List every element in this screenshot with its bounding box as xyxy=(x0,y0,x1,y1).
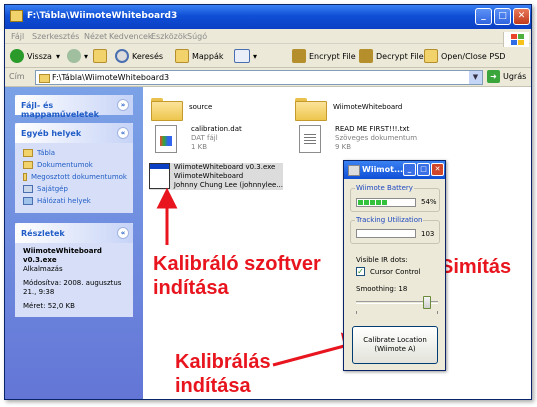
tracking-label: Tracking Utilization xyxy=(355,216,424,224)
title-bar[interactable]: F:\Tábla\WiimoteWhiteboard3 _ □ ✕ xyxy=(5,5,531,29)
link-shared-documents[interactable]: Megosztott dokumentumok xyxy=(23,171,127,183)
unlock-icon xyxy=(359,49,373,63)
folders-button[interactable]: Mappák xyxy=(175,47,224,65)
slider-ticks xyxy=(356,311,438,314)
details-pane: Részletek « WiimoteWhiteboard v0.3.exe A… xyxy=(15,223,133,317)
tracking-value: 103 xyxy=(421,230,435,238)
search-button[interactable]: Keresés xyxy=(115,47,163,65)
battery-segment xyxy=(364,200,369,205)
network-icon xyxy=(23,197,33,205)
slider-thumb[interactable] xyxy=(423,296,431,309)
battery-progress-bar xyxy=(356,198,416,207)
folders-icon xyxy=(175,49,189,63)
window-title: F:\Tábla\WiimoteWhiteboard3 xyxy=(27,11,178,21)
task-pane: Fájl- és mappaműveletek » Egyéb helyek «… xyxy=(5,87,143,399)
annotation-software-line1: Kalibráló szoftver xyxy=(153,253,321,275)
link-network-places[interactable]: Hálózati helyek xyxy=(23,195,127,207)
menu-help[interactable]: Súgó xyxy=(187,32,207,41)
ir-dots-label: Visible IR dots: xyxy=(356,256,408,264)
forward-arrow-icon xyxy=(67,49,81,63)
battery-segment xyxy=(376,200,381,205)
link-my-computer[interactable]: Sajátgép xyxy=(23,183,127,195)
psd-button[interactable]: Open/Close PSD xyxy=(424,47,505,65)
menu-file[interactable]: Fájl xyxy=(11,32,24,41)
other-places-pane: Egyéb helyek « Tábla Dokumentumok Megosz… xyxy=(15,123,133,213)
expand-icon[interactable]: » xyxy=(117,99,129,111)
battery-segment xyxy=(358,200,363,205)
go-button[interactable]: ➜ Ugrás xyxy=(487,70,526,83)
encrypt-button[interactable]: Encrypt File xyxy=(292,47,356,65)
chevron-down-icon[interactable]: ▼ xyxy=(469,71,482,84)
toolbar: Vissza ▾ ▾ Keresés Mappák ▾ Encrypt File … xyxy=(5,44,531,68)
link-tabla[interactable]: Tábla xyxy=(23,147,127,159)
minimize-button[interactable]: _ xyxy=(403,163,416,176)
details-size: Méret: 52,0 KB xyxy=(23,302,75,310)
folder-icon xyxy=(23,149,33,157)
menu-favorites[interactable]: Kedvencek xyxy=(109,32,153,41)
back-arrow-icon xyxy=(10,49,24,63)
decrypt-button[interactable]: Decrypt File xyxy=(359,47,424,65)
annotation-software-line2: indítása xyxy=(153,277,229,299)
file-tasks-pane: Fájl- és mappaműveletek » xyxy=(15,95,133,119)
go-arrow-icon: ➜ xyxy=(487,70,500,83)
search-icon xyxy=(115,49,129,63)
battery-group: Wiimote Battery 54% xyxy=(350,184,440,212)
up-folder-icon xyxy=(93,49,107,63)
folder-icon xyxy=(23,161,33,169)
folder-icon xyxy=(23,173,27,181)
wiimote-whiteboard-window: Wiimot... _ □ ✕ Wiimote Battery 54% Trac… xyxy=(343,160,446,371)
back-button[interactable]: Vissza ▾ xyxy=(10,47,60,65)
battery-label: Wiimote Battery xyxy=(355,184,414,192)
details-type: Alkalmazás xyxy=(23,265,63,273)
smoothing-slider[interactable] xyxy=(356,296,438,309)
address-input[interactable]: F:\Tábla\WiimoteWhiteboard3 ▼ xyxy=(35,70,483,85)
details-header[interactable]: Részletek « xyxy=(15,223,133,243)
minimize-button[interactable]: _ xyxy=(475,8,492,25)
file-list: source WiimoteWhiteboard calibration.dat… xyxy=(143,87,531,399)
collapse-icon[interactable]: « xyxy=(117,127,129,139)
lock-icon xyxy=(292,49,306,63)
computer-icon xyxy=(23,185,33,193)
battery-segment xyxy=(382,200,387,205)
tracking-group: Tracking Utilization 103 xyxy=(350,216,440,244)
psd-icon xyxy=(424,49,438,63)
link-documents[interactable]: Dokumentumok xyxy=(23,159,127,171)
address-bar: Cím F:\Tábla\WiimoteWhiteboard3 ▼ ➜ Ugrás xyxy=(5,68,531,87)
smoothing-label: Smoothing: 18 xyxy=(356,285,408,293)
folder-icon xyxy=(10,10,23,22)
menu-edit[interactable]: Szerkesztés xyxy=(32,32,79,41)
cursor-control-checkbox[interactable]: ✓ xyxy=(356,267,365,276)
collapse-icon[interactable]: « xyxy=(117,227,129,239)
other-places-header[interactable]: Egyéb helyek « xyxy=(15,123,133,143)
close-button[interactable]: ✕ xyxy=(513,8,530,25)
forward-button[interactable]: ▾ xyxy=(67,47,88,65)
calibrate-location-button[interactable]: Calibrate Location (Wiimote A) xyxy=(352,326,438,364)
annotation-smoothing: Simítás xyxy=(440,256,512,278)
annotation-calibration-line2: indítása xyxy=(175,375,251,397)
cursor-control-label: Cursor Control xyxy=(370,268,421,276)
battery-segment xyxy=(370,200,375,205)
menu-bar: Fájl Szerkesztés Nézet Kedvencek Eszközö… xyxy=(5,29,531,47)
explorer-window: F:\Tábla\WiimoteWhiteboard3 _ □ ✕ Fájl S… xyxy=(4,4,532,400)
close-button[interactable]: ✕ xyxy=(431,163,444,176)
details-name: WiimoteWhiteboard v0.3.exe xyxy=(23,247,102,264)
tracking-meter xyxy=(356,229,416,238)
battery-percent: 54% xyxy=(421,198,437,206)
menu-view[interactable]: Nézet xyxy=(84,32,107,41)
up-folder-button[interactable] xyxy=(93,47,110,65)
view-button[interactable]: ▾ xyxy=(234,47,257,65)
details-modified-label: Módosítva: xyxy=(23,279,62,287)
annotation-calibration-line1: Kalibrálás xyxy=(175,351,271,373)
address-label: Cím xyxy=(9,72,25,81)
file-tasks-header[interactable]: Fájl- és mappaműveletek » xyxy=(15,95,133,119)
views-icon xyxy=(234,49,250,63)
menu-tools[interactable]: Eszközök xyxy=(151,32,187,41)
wiimote-title-bar[interactable]: Wiimot... _ □ ✕ xyxy=(344,161,445,179)
maximize-button[interactable]: □ xyxy=(494,8,511,25)
maximize-button[interactable]: □ xyxy=(417,163,430,176)
